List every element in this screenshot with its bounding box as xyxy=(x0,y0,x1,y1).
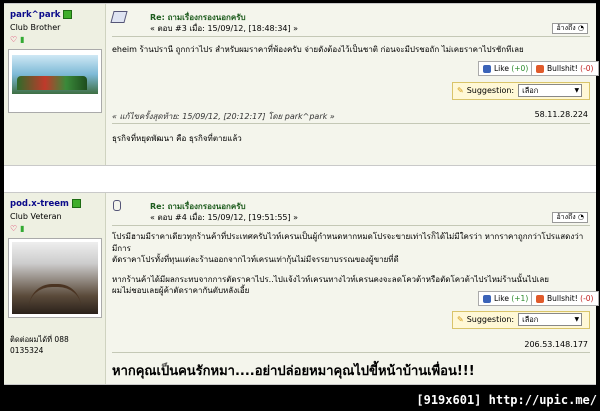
reputation-icon: ♡ ▮ xyxy=(10,35,25,44)
suggestion-select-value: เลือก xyxy=(522,86,539,95)
contact-info: ติดต่อผมได้ที่ 088 0135324 xyxy=(10,334,69,356)
pencil-icon: ✎ xyxy=(457,86,464,95)
suggestion-box: ✎ Suggestion: เลือก ▼ xyxy=(452,311,590,329)
contact-line: ติดต่อผมได้ที่ 088 xyxy=(10,335,69,344)
forum-post: pod.x-treem Club Veteran ♡ ▮ ติดต่อผมได้ท… xyxy=(4,192,599,385)
signature: ธุรกิจที่หยุดพัฒนา คือ ธุรกิจที่ตายแล้ว xyxy=(112,134,242,143)
username[interactable]: pod.x-treem xyxy=(10,199,69,209)
quote-button-label: อ้างถึง xyxy=(556,24,576,32)
divider xyxy=(112,123,590,124)
post-body: Re: ถามเรื่องกรองนอกครับ « ตอบ #3 เมื่อ:… xyxy=(106,4,599,165)
divider xyxy=(112,225,590,226)
suggestion-label: Suggestion: xyxy=(466,86,515,95)
signature: หากคุณเป็นคนรักหมา....อย่าปล่อยหมาคุณไปข… xyxy=(112,364,475,379)
username-link[interactable]: park^park xyxy=(10,10,73,20)
avatar[interactable] xyxy=(8,238,102,318)
bullshit-count: (-0) xyxy=(580,294,594,303)
suggestion-box: ✎ Suggestion: เลือก ▼ xyxy=(452,82,590,100)
suggestion-select-value: เลือก xyxy=(522,315,539,324)
online-status-icon xyxy=(63,10,73,19)
ip-address: 206.53.148.177 xyxy=(524,340,588,349)
bullshit-icon xyxy=(536,295,544,303)
chevron-down-icon: ▼ xyxy=(574,87,580,94)
username-link[interactable]: pod.x-treem xyxy=(10,199,81,209)
username[interactable]: park^park xyxy=(10,10,60,20)
heart-icon: ♡ xyxy=(10,224,18,233)
pencil-icon: ✎ xyxy=(457,315,464,324)
post-message: eheim ร้านปรานี ถูกกว่าไปร สำหรับผมราคาท… xyxy=(112,45,524,54)
contact-line: 0135324 xyxy=(10,346,44,355)
forum-post: park^park Club Brother ♡ ▮ Re: ถามเรื่องก… xyxy=(4,3,599,166)
divider xyxy=(112,36,590,37)
user-title: Club Brother xyxy=(10,23,61,32)
avatar[interactable] xyxy=(8,49,102,113)
paperclip-icon xyxy=(113,200,121,211)
user-title: Club Veteran xyxy=(10,212,62,221)
bullshit-count: (-0) xyxy=(580,64,594,73)
author-panel: pod.x-treem Club Veteran ♡ ▮ ติดต่อผมได้ท… xyxy=(4,193,106,384)
message-line: หากร้านค้าได้มีผลกระทบจากการตัดราคาไปร..… xyxy=(112,274,549,284)
post-meta: « ตอบ #3 เมื่อ: 15/09/12, [18:48:34] » xyxy=(150,24,299,33)
post-meta: « ตอบ #4 เมื่อ: 15/09/12, [19:51:55] » xyxy=(150,213,299,222)
bullshit-label: Bullshit! xyxy=(547,294,578,303)
divider xyxy=(112,352,590,353)
like-count: (+1) xyxy=(511,294,529,303)
last-edited-note: « แก้ไขครั้งสุดท้าย: 15/09/12, [20:12:17… xyxy=(112,112,335,121)
like-icon xyxy=(483,65,491,73)
post-document-icon xyxy=(110,11,128,23)
suggestion-select[interactable]: เลือก ▼ xyxy=(518,84,583,97)
message-line: ตัดราคาโปรทั้งที่ทุนแต่ละร้านออกจากไวท์เ… xyxy=(112,255,399,264)
quote-button[interactable]: อ้างถึง ◔ xyxy=(552,212,588,223)
watermark: [919x601] http://upic.me/ xyxy=(416,393,597,407)
quote-button-label: อ้างถึง xyxy=(556,213,576,221)
karma-icon: ▮ xyxy=(20,35,25,44)
heart-icon: ♡ xyxy=(10,35,18,44)
post-body: Re: ถามเรื่องกรองนอกครับ « ตอบ #4 เมื่อ:… xyxy=(106,193,599,384)
karma-icon: ▮ xyxy=(20,224,25,233)
reputation-icon: ♡ ▮ xyxy=(10,224,25,233)
ip-address: 58.11.28.224 xyxy=(534,110,588,119)
like-button[interactable]: Like (+1) xyxy=(478,291,534,306)
suggestion-select[interactable]: เลือก ▼ xyxy=(518,313,583,326)
message-line: โปรมีฮามมีราคาเดียวทุกร้านค้าที่ประเทศคร… xyxy=(112,232,584,253)
like-count: (+0) xyxy=(511,64,529,73)
like-label: Like xyxy=(494,294,509,303)
bullshit-button[interactable]: Bullshit! (-0) xyxy=(531,61,599,76)
bullshit-button[interactable]: Bullshit! (-0) xyxy=(531,291,599,306)
aquarium-plants xyxy=(17,76,87,90)
image-footer: [919x601] http://upic.me/ xyxy=(0,386,600,411)
bullshit-icon xyxy=(536,65,544,73)
like-label: Like xyxy=(494,64,509,73)
quote-button[interactable]: อ้างถึง ◔ xyxy=(552,23,588,34)
author-panel: park^park Club Brother ♡ ▮ xyxy=(4,4,106,165)
forum-thread: park^park Club Brother ♡ ▮ Re: ถามเรื่องก… xyxy=(4,3,599,385)
like-icon xyxy=(483,295,491,303)
suggestion-label: Suggestion: xyxy=(466,315,515,324)
chevron-down-icon: ▼ xyxy=(574,316,580,323)
bullshit-label: Bullshit! xyxy=(547,64,578,73)
post-message: โปรมีฮามมีราคาเดียวทุกร้านค้าที่ประเทศคร… xyxy=(112,231,588,297)
like-button[interactable]: Like (+0) xyxy=(478,61,534,76)
online-status-icon xyxy=(71,199,81,208)
